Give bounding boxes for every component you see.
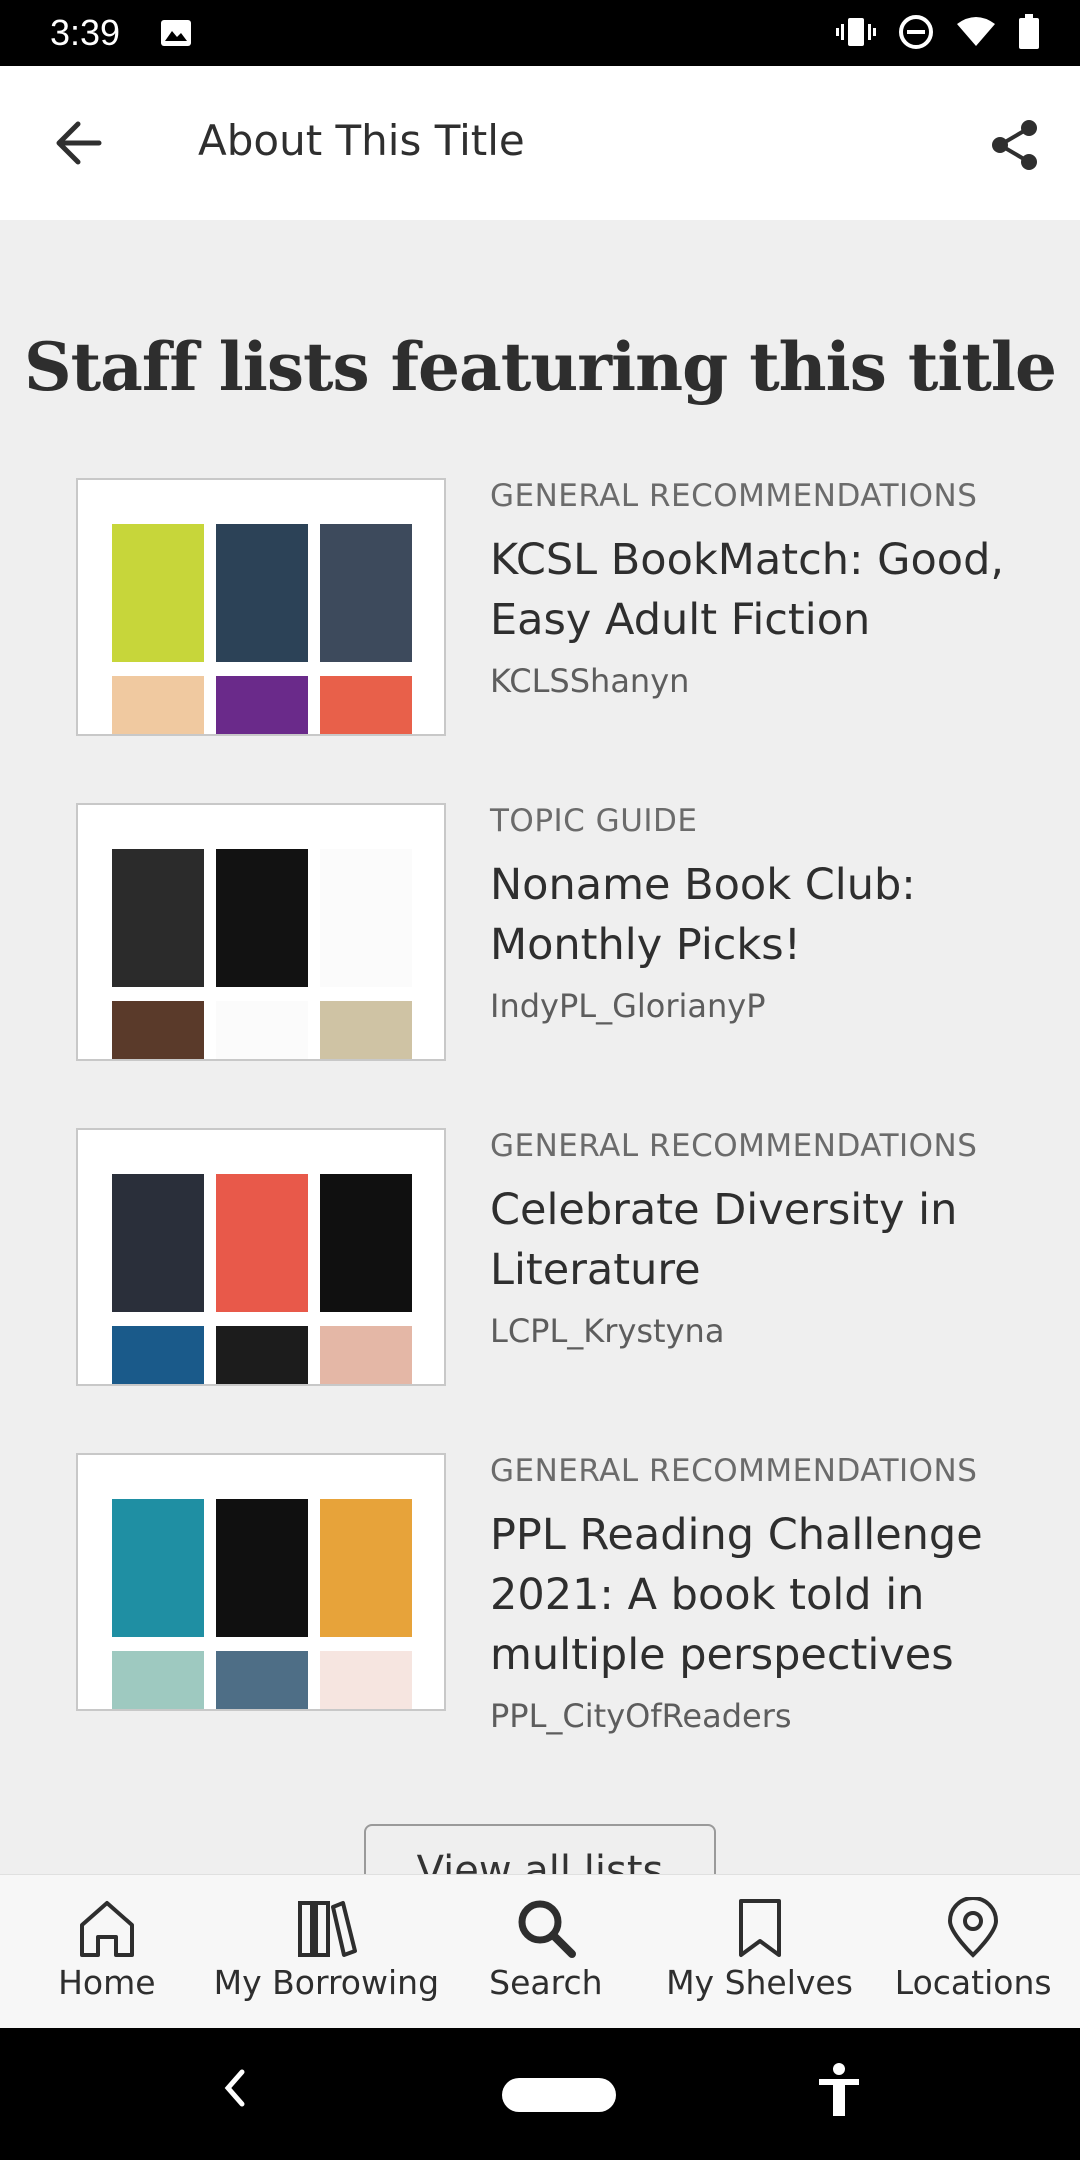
share-icon <box>992 120 1037 170</box>
book-cover-image <box>216 676 308 734</box>
nav-home-label: Home <box>58 1963 156 2002</box>
nav-my-borrowing-label: My Borrowing <box>213 1963 440 2002</box>
page-title: About This Title <box>198 116 525 165</box>
books-icon <box>298 1901 358 1957</box>
nav-my-shelves[interactable]: My Shelves <box>653 1875 867 2028</box>
book-cover-image <box>216 1326 308 1384</box>
accessibility-icon[interactable] <box>816 2062 862 2122</box>
share-button[interactable] <box>980 110 1050 180</box>
status-bar: 3:39 <box>0 0 1080 66</box>
list-type-label: GENERAL RECOMMENDATIONS <box>490 1128 978 1164</box>
book-cover-image <box>112 1499 204 1637</box>
book-cover-image <box>320 1651 412 1709</box>
content-area[interactable]: Staff lists featuring this title GENERAL… <box>0 220 1080 1874</box>
list-author: KCLSShanyn <box>490 662 690 700</box>
image-icon <box>160 19 192 51</box>
book-cover-image <box>216 1001 308 1059</box>
list-author: LCPL_Krystyna <box>490 1312 725 1350</box>
list-type-label: TOPIC GUIDE <box>490 803 698 839</box>
wifi-icon <box>956 16 996 52</box>
view-all-lists-button[interactable]: View all lists <box>364 1824 716 1874</box>
arrow-left-icon <box>56 121 102 165</box>
nav-home[interactable]: Home <box>0 1875 214 2028</box>
location-pin-icon <box>948 1897 999 1958</box>
book-cover-image <box>216 1174 308 1312</box>
battery-icon <box>1018 14 1040 54</box>
book-cover-image <box>216 524 308 662</box>
list-title-link[interactable]: Celebrate Diversity in Literature <box>490 1180 1050 1300</box>
book-cover-image <box>112 1326 204 1384</box>
status-icons <box>836 14 1040 54</box>
list-cover-collage[interactable] <box>76 803 446 1061</box>
list-author: PPL_CityOfReaders <box>490 1697 792 1735</box>
book-cover-image <box>112 524 204 662</box>
vibrate-icon <box>836 16 876 52</box>
back-button[interactable] <box>40 110 116 176</box>
bookmark-icon <box>738 1899 781 1957</box>
book-cover-image <box>320 1326 412 1384</box>
nav-locations-label: Locations <box>894 1963 1052 2002</box>
nav-search[interactable]: Search <box>439 1875 653 2028</box>
book-cover-image <box>320 1499 412 1637</box>
book-cover-image <box>112 849 204 987</box>
section-title: Staff lists featuring this title <box>24 328 1057 406</box>
app-bar: About This Title <box>0 66 1080 220</box>
list-type-label: GENERAL RECOMMENDATIONS <box>490 1453 978 1489</box>
list-title-link[interactable]: Noname Book Club: Monthly Picks! <box>490 855 1050 975</box>
nav-my-borrowing[interactable]: My Borrowing <box>214 1875 439 2028</box>
book-cover-image <box>216 849 308 987</box>
system-nav-bar <box>0 2028 1080 2160</box>
list-cover-collage[interactable] <box>76 1453 446 1711</box>
list-title-link[interactable]: KCSL BookMatch: Good, Easy Adult Fiction <box>490 530 1050 650</box>
system-back-icon[interactable] <box>222 2068 246 2112</box>
system-home-pill[interactable] <box>502 2078 616 2112</box>
list-cover-collage[interactable] <box>76 1128 446 1386</box>
book-cover-image <box>112 1651 204 1709</box>
book-cover-image <box>320 676 412 734</box>
nav-my-shelves-label: My Shelves <box>666 1963 853 2002</box>
book-cover-image <box>112 676 204 734</box>
dnd-icon <box>898 14 934 54</box>
list-type-label: GENERAL RECOMMENDATIONS <box>490 478 978 514</box>
list-cover-collage[interactable] <box>76 478 446 736</box>
list-author: IndyPL_GlorianyP <box>490 987 766 1025</box>
search-icon <box>518 1900 576 1958</box>
nav-search-label: Search <box>489 1963 603 2002</box>
list-title-link[interactable]: PPL Reading Challenge 2021: A book told … <box>490 1505 1050 1685</box>
book-cover-image <box>216 1499 308 1637</box>
book-cover-image <box>216 1651 308 1709</box>
book-cover-image <box>112 1174 204 1312</box>
book-cover-image <box>320 1001 412 1059</box>
status-time: 3:39 <box>50 12 121 53</box>
book-cover-image <box>112 1001 204 1059</box>
book-cover-image <box>320 849 412 987</box>
book-cover-image <box>320 524 412 662</box>
bottom-nav: Home My Borrowing Search My Shelves Loca… <box>0 1874 1080 2028</box>
home-icon <box>79 1901 134 1957</box>
book-cover-image <box>320 1174 412 1312</box>
nav-locations[interactable]: Locations <box>866 1875 1080 2028</box>
